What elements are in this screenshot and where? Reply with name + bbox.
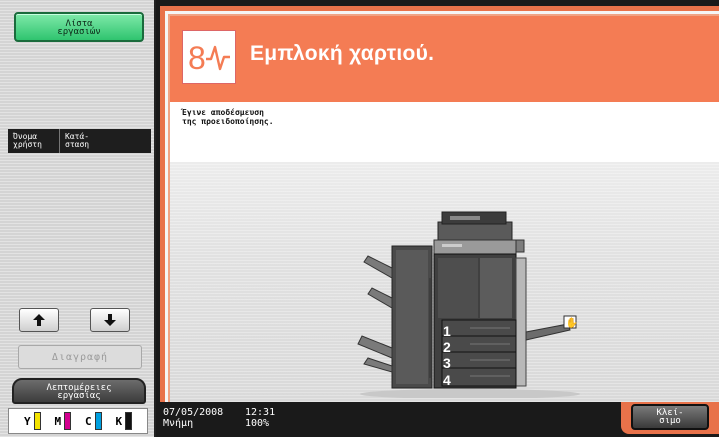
tray-number-2: 2 [443,339,451,355]
left-panel: Λίστα εργασιών Όνομα χρήστη Κατά- σταση … [0,0,156,437]
column-user-name[interactable]: Όνομα χρήστη [8,129,60,153]
status-date: 07/05/2008 [163,407,224,418]
column-user-name-label: Όνομα χρήστη [13,132,42,149]
scroll-down-button[interactable] [90,308,130,332]
toner-magenta: M [54,412,72,430]
arrow-up-icon [33,314,45,326]
delete-label: Διαγραφή [51,351,109,363]
toner-black-bar [125,412,133,430]
arrow-down-icon [104,314,116,326]
close-button-frame: Κλεί- σιμο [621,402,719,434]
job-list-column-header: Όνομα χρήστη Κατά- σταση [8,129,151,153]
column-status[interactable]: Κατά- σταση [60,129,89,149]
toner-black-letter: K [115,414,123,428]
job-details-label: Λεπτομέρειες εργασίας [46,383,112,401]
tray-number-1: 1 [443,323,451,339]
toner-cyan-letter: C [84,414,92,428]
toner-magenta-letter: M [54,414,62,428]
main-panel-inner: 8 Εμπλοκή χαρτιού. Έγινε αποδέσμευση της… [168,14,719,402]
tray-number-3: 3 [443,355,451,371]
page-title: Εμπλοκή χαρτιού. [250,42,435,65]
toner-cyan-bar [94,412,102,430]
delete-button[interactable]: Διαγραφή [18,345,142,369]
toner-yellow: Y [24,412,41,430]
status-bar: 07/05/2008 12:31 Μνήμη 100% Κλεί- σιμο [158,402,719,437]
tray-number-4: 4 [443,372,451,388]
svg-text:8: 8 [188,40,206,76]
memory-label: Μνήμη [163,418,194,429]
printer-illustration: ✋ [357,211,580,398]
close-label: Κλεί- σιμο [656,408,684,426]
toner-cyan: C [85,412,102,430]
toner-yellow-letter: Y [23,414,31,428]
toner-black: K [115,412,133,430]
printer-illustration-area: ✋ 1 2 3 4 [170,162,719,402]
job-list-label: Λίστα εργασιών [57,19,101,37]
toner-levels: Y M C K [8,408,148,434]
warning-message-text: Έγινε αποδέσμευση της προειδοποίησης. [182,108,274,126]
toner-magenta-bar [64,412,72,430]
title-bar: 8 Εμπλοκή χαρτιού. [170,16,719,102]
warning-message: Έγινε αποδέσμευση της προειδοποίησης. [170,102,719,162]
job-list-button[interactable]: Λίστα εργασιών [14,12,144,42]
memory-value: 100% [245,418,270,429]
main-panel: 8 Εμπλοκή χαρτιού. Έγινε αποδέσμευση της… [160,6,719,402]
svg-text:✋: ✋ [566,316,578,329]
toner-yellow-bar [33,412,41,430]
close-button[interactable]: Κλεί- σιμο [631,404,709,430]
scroll-up-button[interactable] [19,308,59,332]
status-time: 12:31 [245,407,276,418]
column-status-label: Κατά- σταση [65,132,90,149]
status-readout: 07/05/2008 12:31 Μνήμη 100% [163,407,275,429]
paper-jam-icon: 8 [182,30,236,84]
job-details-button[interactable]: Λεπτομέρειες εργασίας [12,378,146,404]
